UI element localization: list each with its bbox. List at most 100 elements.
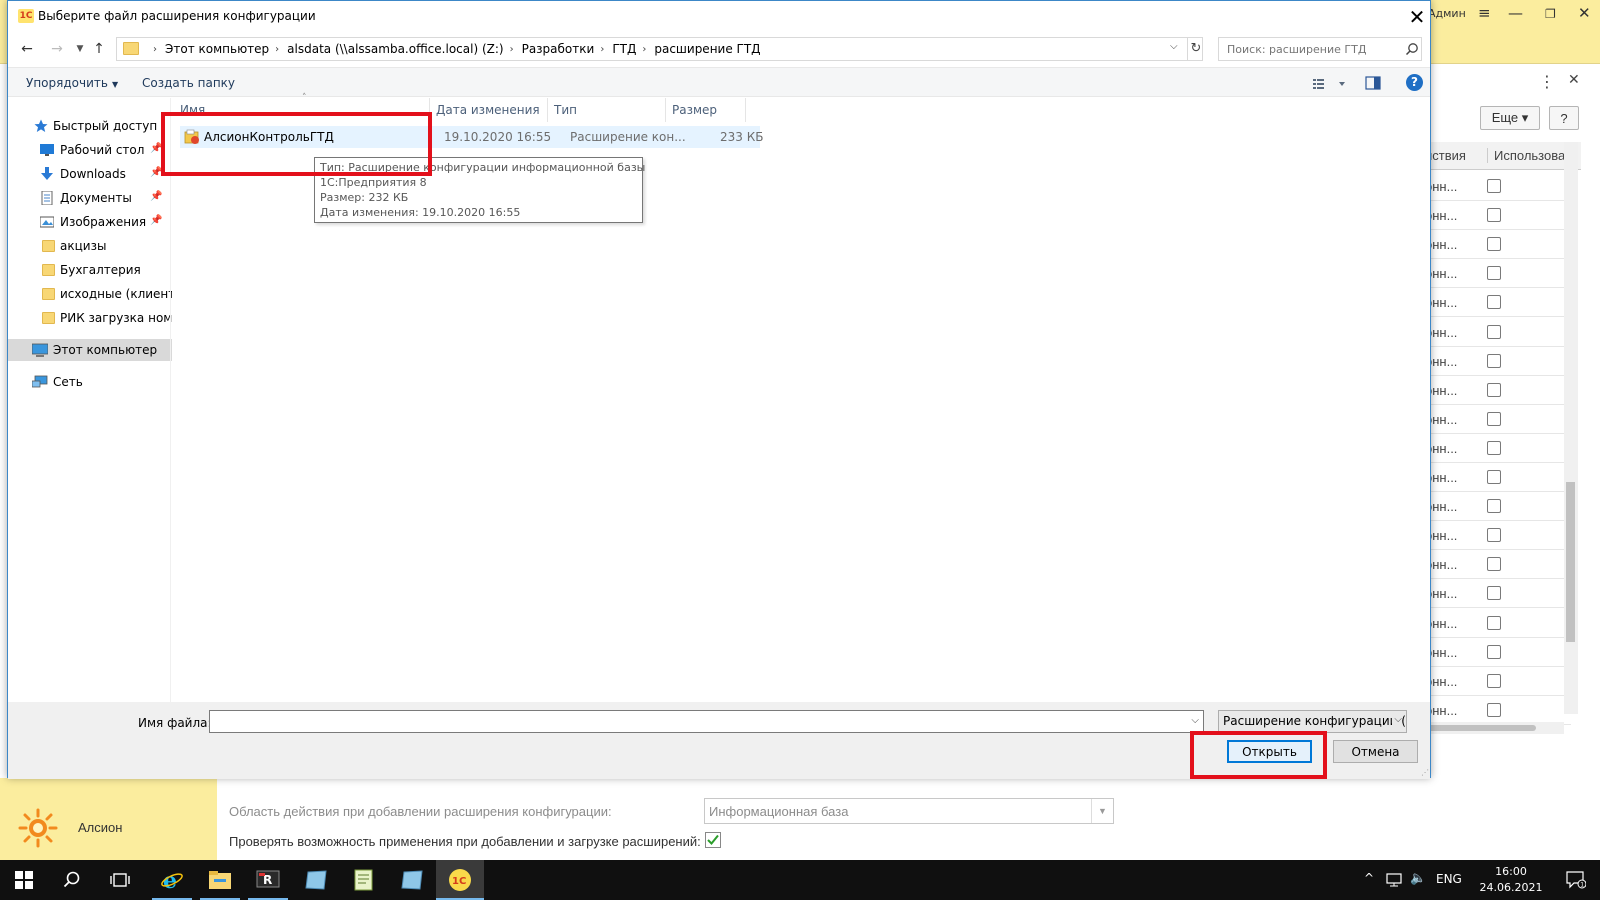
taskbar-search-button[interactable] — [48, 860, 96, 900]
table-row[interactable]: онн... — [1421, 463, 1571, 492]
nav-item-folder[interactable]: Бухгалтерия — [8, 259, 172, 281]
breadcrumb-item[interactable]: alsdata (\\alssamba.office.local) (Z:) — [287, 42, 503, 58]
task-view-button[interactable] — [96, 860, 144, 900]
search-icon[interactable] — [1405, 42, 1419, 56]
table-row[interactable]: онн... — [1421, 434, 1571, 463]
volume-icon[interactable]: 🔈 — [1410, 871, 1426, 886]
tray-expand-icon[interactable]: ^ — [1364, 871, 1374, 885]
preview-pane-icon[interactable] — [1365, 75, 1381, 91]
taskbar-app-explorer[interactable] — [196, 860, 244, 900]
use-checkbox[interactable] — [1487, 557, 1501, 572]
table-row[interactable]: онн... — [1421, 521, 1571, 551]
help-icon[interactable]: ? — [1406, 74, 1423, 91]
nav-item-pictures[interactable]: Изображения 📌 — [8, 211, 172, 233]
use-checkbox[interactable] — [1487, 266, 1501, 281]
breadcrumb-separator-icon[interactable]: › — [275, 42, 279, 58]
open-button[interactable]: Открыть — [1227, 740, 1312, 763]
vertical-scrollbar[interactable] — [1564, 142, 1578, 714]
taskbar-app-notes[interactable] — [340, 860, 388, 900]
table-row[interactable]: онн... — [1421, 376, 1571, 405]
table-row[interactable]: онн... — [1421, 550, 1571, 580]
nav-item-folder[interactable]: РИК загрузка номе — [8, 307, 172, 329]
recent-locations-chevron-icon[interactable]: ▼ — [71, 40, 89, 58]
table-row[interactable]: онн... — [1421, 230, 1571, 260]
notifications-icon[interactable]: 1 — [1566, 871, 1586, 889]
form-close-icon[interactable]: ✕ — [1568, 72, 1580, 88]
table-row[interactable]: онн... — [1421, 259, 1571, 289]
table-row[interactable]: онн... — [1421, 318, 1571, 347]
column-header-size[interactable]: Размер — [666, 98, 746, 122]
chevron-down-icon[interactable]: ⌵ — [1170, 41, 1178, 52]
taskbar-app-ie[interactable]: e — [148, 860, 196, 900]
table-row[interactable]: онн... — [1421, 492, 1571, 522]
use-checkbox[interactable] — [1487, 586, 1501, 601]
scroll-thumb[interactable] — [1566, 482, 1575, 642]
input-language[interactable]: ENG — [1436, 872, 1462, 886]
view-options-icon[interactable] — [1313, 76, 1347, 92]
file-row[interactable]: АлсионКонтрольГТД 19.10.2020 16:55 Расши… — [180, 126, 763, 148]
nav-item-documents[interactable]: Документы 📌 — [8, 187, 172, 209]
restore-icon[interactable]: ❐ — [1545, 7, 1556, 21]
forward-arrow-icon[interactable]: → — [48, 40, 66, 58]
help-button[interactable]: ? — [1549, 106, 1579, 130]
nav-item-folder[interactable]: исходные (клиента — [8, 283, 172, 305]
breadcrumb-item[interactable]: ГТД — [612, 42, 636, 58]
nav-item-network[interactable]: Сеть — [8, 371, 172, 393]
table-row[interactable]: онн... — [1421, 288, 1571, 318]
back-arrow-icon[interactable]: ← — [18, 40, 36, 58]
taskbar-app-1c[interactable]: 1C — [436, 860, 484, 900]
search-input[interactable] — [1219, 38, 1399, 60]
table-row[interactable]: онн... — [1421, 201, 1571, 231]
menu-icon[interactable]: ≡ — [1478, 4, 1491, 22]
chevron-down-icon[interactable]: ⌵ — [1191, 715, 1199, 726]
horizontal-scrollbar[interactable] — [1420, 722, 1564, 734]
use-checkbox[interactable] — [1487, 673, 1501, 688]
breadcrumb-item[interactable]: Разработки — [522, 42, 595, 58]
filename-input[interactable] — [210, 711, 1170, 731]
use-checkbox[interactable] — [1487, 179, 1501, 193]
use-checkbox[interactable] — [1487, 237, 1501, 252]
table-row[interactable]: онн... — [1421, 579, 1571, 609]
up-arrow-icon[interactable]: ↑ — [90, 40, 108, 58]
use-checkbox[interactable] — [1487, 702, 1501, 717]
table-row[interactable]: онн... — [1421, 405, 1571, 434]
scroll-thumb[interactable] — [1424, 725, 1536, 731]
resize-grip-icon[interactable]: ⋰ — [1421, 768, 1429, 777]
breadcrumb-separator-icon[interactable]: › — [600, 42, 604, 58]
more-button[interactable]: Еще ▾ — [1480, 106, 1540, 130]
network-status-icon[interactable] — [1386, 873, 1402, 887]
taskbar-app-generic[interactable] — [388, 860, 436, 900]
taskbar-app-r[interactable]: R — [244, 860, 292, 900]
organize-button[interactable]: Упорядочить ▼ — [26, 76, 118, 90]
refresh-icon[interactable]: ↻ — [1187, 38, 1204, 60]
column-header-name[interactable]: Имя — [174, 98, 430, 122]
table-row[interactable]: онн... — [1421, 696, 1571, 725]
table-row[interactable]: онн... — [1421, 638, 1571, 667]
breadcrumb-item[interactable]: расширение ГТД — [654, 42, 760, 58]
file-type-filter-select[interactable]: Расширение конфигурации (* ⌵ — [1218, 710, 1407, 733]
use-checkbox[interactable] — [1487, 382, 1501, 397]
use-checkbox[interactable] — [1487, 528, 1501, 543]
table-row[interactable]: онн... — [1421, 609, 1571, 638]
minimize-icon[interactable]: — — [1508, 4, 1523, 22]
new-folder-button[interactable]: Создать папку — [142, 76, 235, 90]
breadcrumb-separator-icon[interactable]: › — [642, 42, 646, 58]
use-checkbox[interactable] — [1487, 499, 1501, 514]
table-row[interactable]: онн... — [1421, 347, 1571, 376]
use-checkbox[interactable] — [1487, 615, 1501, 630]
use-checkbox[interactable] — [1487, 208, 1501, 223]
nav-item-quick-access[interactable]: Быстрый доступ — [8, 115, 172, 137]
column-header-date[interactable]: Дата изменения — [430, 98, 548, 122]
use-checkbox[interactable] — [1487, 470, 1501, 484]
chevron-down-icon[interactable]: ▼ — [1091, 799, 1113, 823]
use-checkbox[interactable] — [1487, 411, 1501, 426]
use-checkbox[interactable] — [1487, 295, 1501, 310]
close-icon[interactable]: ✕ — [1578, 4, 1591, 22]
taskbar-app-generic[interactable] — [292, 860, 340, 900]
nav-pane-scrollbar[interactable] — [170, 98, 171, 702]
use-checkbox[interactable] — [1487, 353, 1501, 368]
clock[interactable]: 16:00 24.06.2021 — [1476, 864, 1546, 896]
scope-select[interactable]: Информационная база ▼ — [704, 798, 1114, 824]
use-checkbox[interactable] — [1487, 644, 1501, 659]
start-button[interactable] — [0, 860, 48, 900]
